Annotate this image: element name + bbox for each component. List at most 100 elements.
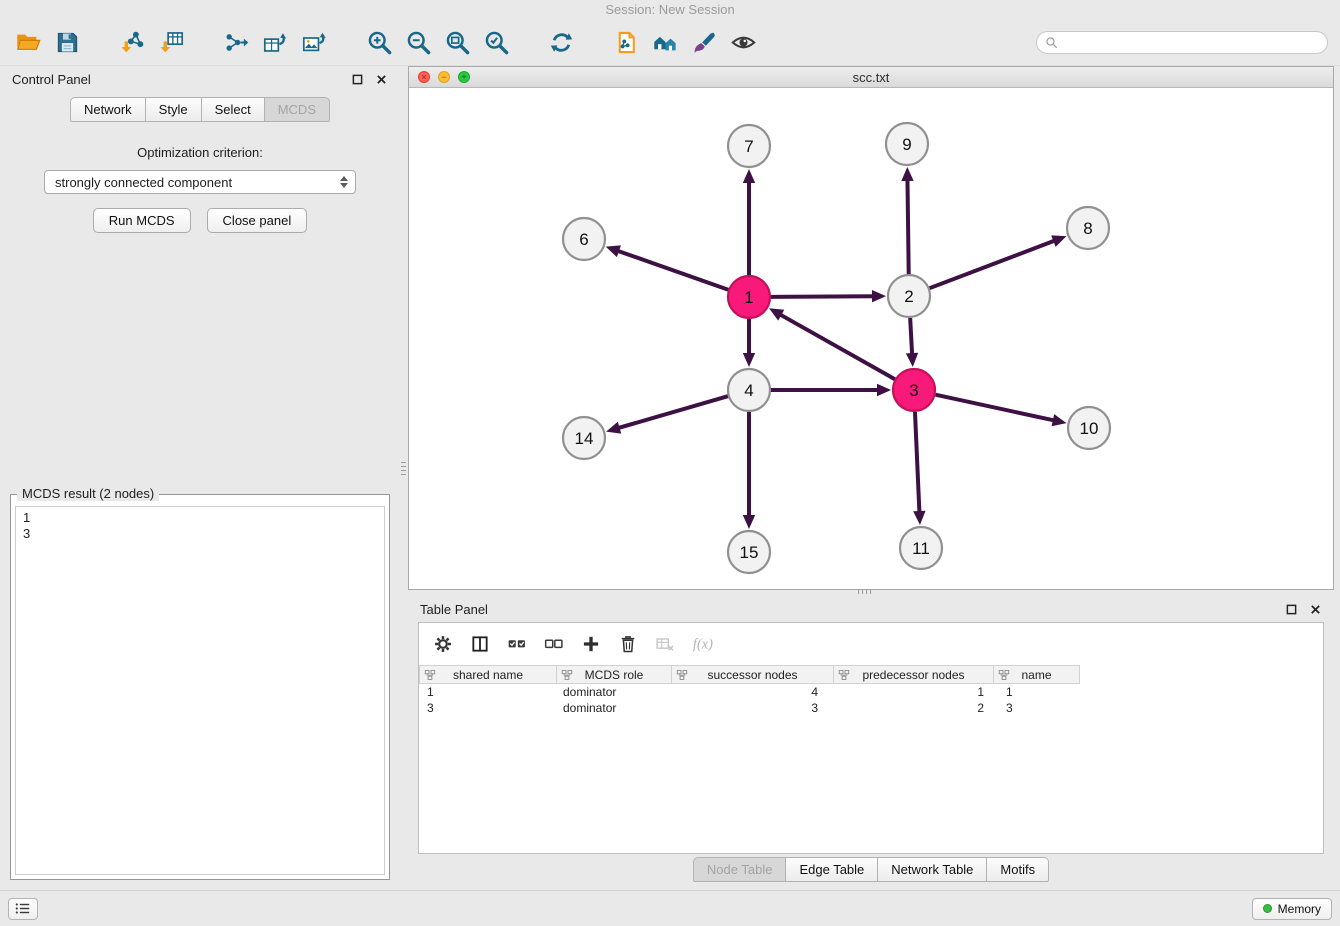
float-button[interactable] xyxy=(351,73,364,86)
close-button[interactable] xyxy=(1309,603,1322,616)
edge-1-6[interactable] xyxy=(606,245,729,289)
deselect-all-button[interactable] xyxy=(544,634,564,654)
search-icon xyxy=(1045,36,1058,49)
delete-table-button[interactable] xyxy=(655,634,675,654)
node-14[interactable]: 14 xyxy=(563,417,605,459)
zoom-fit-button[interactable] xyxy=(441,26,473,60)
svg-text:4: 4 xyxy=(744,381,753,400)
import-network-button[interactable] xyxy=(116,26,148,60)
search-box[interactable] xyxy=(1036,31,1328,54)
refresh-button[interactable] xyxy=(545,26,577,60)
run-mcds-button[interactable]: Run MCDS xyxy=(93,208,191,233)
window-title: Session: New Session xyxy=(605,2,734,17)
node-2[interactable]: 2 xyxy=(888,275,930,317)
memory-button[interactable]: Memory xyxy=(1252,898,1332,920)
close-button[interactable] xyxy=(375,73,388,86)
edge-4-15[interactable] xyxy=(743,412,755,529)
copy-network-button[interactable] xyxy=(610,26,642,60)
close-button[interactable]: × xyxy=(418,71,430,83)
search-input[interactable] xyxy=(1063,36,1319,50)
node-4[interactable]: 4 xyxy=(728,369,770,411)
open-button[interactable] xyxy=(12,26,44,60)
panel-menu-button[interactable] xyxy=(8,898,38,920)
criterion-select[interactable]: strongly connected component xyxy=(44,170,356,194)
show-graphics-button[interactable] xyxy=(727,26,759,60)
table-panel-title: Table Panel xyxy=(420,602,488,617)
close-panel-button[interactable]: Close panel xyxy=(207,208,308,233)
col-edit-icon xyxy=(998,669,1010,681)
trash-button[interactable] xyxy=(618,634,638,654)
node-9[interactable]: 9 xyxy=(886,123,928,165)
column-header-name[interactable]: name xyxy=(994,665,1080,684)
column-header-successor-nodes[interactable]: successor nodes xyxy=(672,665,834,684)
svg-text:2: 2 xyxy=(904,287,913,306)
float-button[interactable] xyxy=(1285,603,1298,616)
export-image-button[interactable] xyxy=(298,26,330,60)
vertical-splitter-grip[interactable] xyxy=(401,462,406,476)
fx-icon: f(x) xyxy=(692,633,719,655)
node-8[interactable]: 8 xyxy=(1067,207,1109,249)
tab-network-table[interactable]: Network Table xyxy=(878,857,987,882)
network-graph[interactable]: 7 9 6 8 1 2 4 3 14 10 15 11 xyxy=(409,88,1333,589)
select-all-button[interactable] xyxy=(507,634,527,654)
tab-network[interactable]: Network xyxy=(70,97,146,122)
table-panel-window-controls xyxy=(1274,603,1322,616)
zoom-out-button[interactable] xyxy=(402,26,434,60)
tab-select[interactable]: Select xyxy=(202,97,265,122)
edge-1-4[interactable] xyxy=(743,319,755,367)
svg-text:11: 11 xyxy=(912,539,930,558)
table-row[interactable]: 1dominator411 xyxy=(419,684,1323,700)
control-panel-title: Control Panel xyxy=(12,72,91,87)
apply-style-button[interactable] xyxy=(688,26,720,60)
edge-3-1[interactable] xyxy=(769,308,895,379)
tab-motifs[interactable]: Motifs xyxy=(987,857,1049,882)
node-6[interactable]: 6 xyxy=(563,218,605,260)
control-panel-tabs: NetworkStyleSelectMCDS xyxy=(0,97,400,122)
column-header-shared-name[interactable]: shared name xyxy=(419,665,557,684)
edge-2-3[interactable] xyxy=(906,318,918,367)
control-panel-content: Optimization criterion: strongly connect… xyxy=(0,145,400,233)
edge-3-11[interactable] xyxy=(913,412,925,525)
column-header-MCDS-role[interactable]: MCDS role xyxy=(557,665,672,684)
tab-style[interactable]: Style xyxy=(146,97,202,122)
edge-3-10[interactable] xyxy=(935,395,1066,427)
save-button[interactable] xyxy=(51,26,83,60)
node-10[interactable]: 10 xyxy=(1068,407,1110,449)
horizontal-splitter-grip[interactable] xyxy=(858,589,874,594)
zoom-selected-button[interactable] xyxy=(480,26,512,60)
export-network-button[interactable] xyxy=(220,26,252,60)
edge-2-8[interactable] xyxy=(930,235,1067,288)
add-icon xyxy=(581,634,601,654)
tab-edge-table[interactable]: Edge Table xyxy=(786,857,878,882)
columns-button[interactable] xyxy=(470,634,490,654)
node-1[interactable]: 1 xyxy=(728,276,770,318)
float-icon xyxy=(1286,604,1297,615)
tab-node-table[interactable]: Node Table xyxy=(693,857,787,882)
gear-button[interactable] xyxy=(433,634,453,654)
edge-4-3[interactable] xyxy=(771,384,891,396)
table-cell: 2 xyxy=(834,700,994,716)
toolbar-group xyxy=(363,26,519,60)
first-neighbors-button[interactable] xyxy=(649,26,681,60)
table-row[interactable]: 3dominator323 xyxy=(419,700,1323,716)
zoom-button[interactable]: + xyxy=(458,71,470,83)
fx-button[interactable]: f(x) xyxy=(692,633,719,655)
network-canvas[interactable]: 7 9 6 8 1 2 4 3 14 10 15 11 xyxy=(409,88,1333,589)
edge-2-9[interactable] xyxy=(901,167,913,274)
node-7[interactable]: 7 xyxy=(728,125,770,167)
edge-4-14[interactable] xyxy=(606,396,728,433)
node-15[interactable]: 15 xyxy=(728,531,770,573)
edge-1-2[interactable] xyxy=(771,290,886,302)
node-3[interactable]: 3 xyxy=(893,369,935,411)
apply-style-icon xyxy=(691,29,718,56)
table-cell: 1 xyxy=(994,684,1080,700)
minimize-button[interactable]: − xyxy=(438,71,450,83)
import-table-button[interactable] xyxy=(155,26,187,60)
tab-mcds[interactable]: MCDS xyxy=(265,97,330,122)
column-header-predecessor-nodes[interactable]: predecessor nodes xyxy=(834,665,994,684)
node-11[interactable]: 11 xyxy=(900,527,942,569)
export-table-button[interactable] xyxy=(259,26,291,60)
edge-1-7[interactable] xyxy=(743,169,755,275)
zoom-in-button[interactable] xyxy=(363,26,395,60)
add-button[interactable] xyxy=(581,634,601,654)
